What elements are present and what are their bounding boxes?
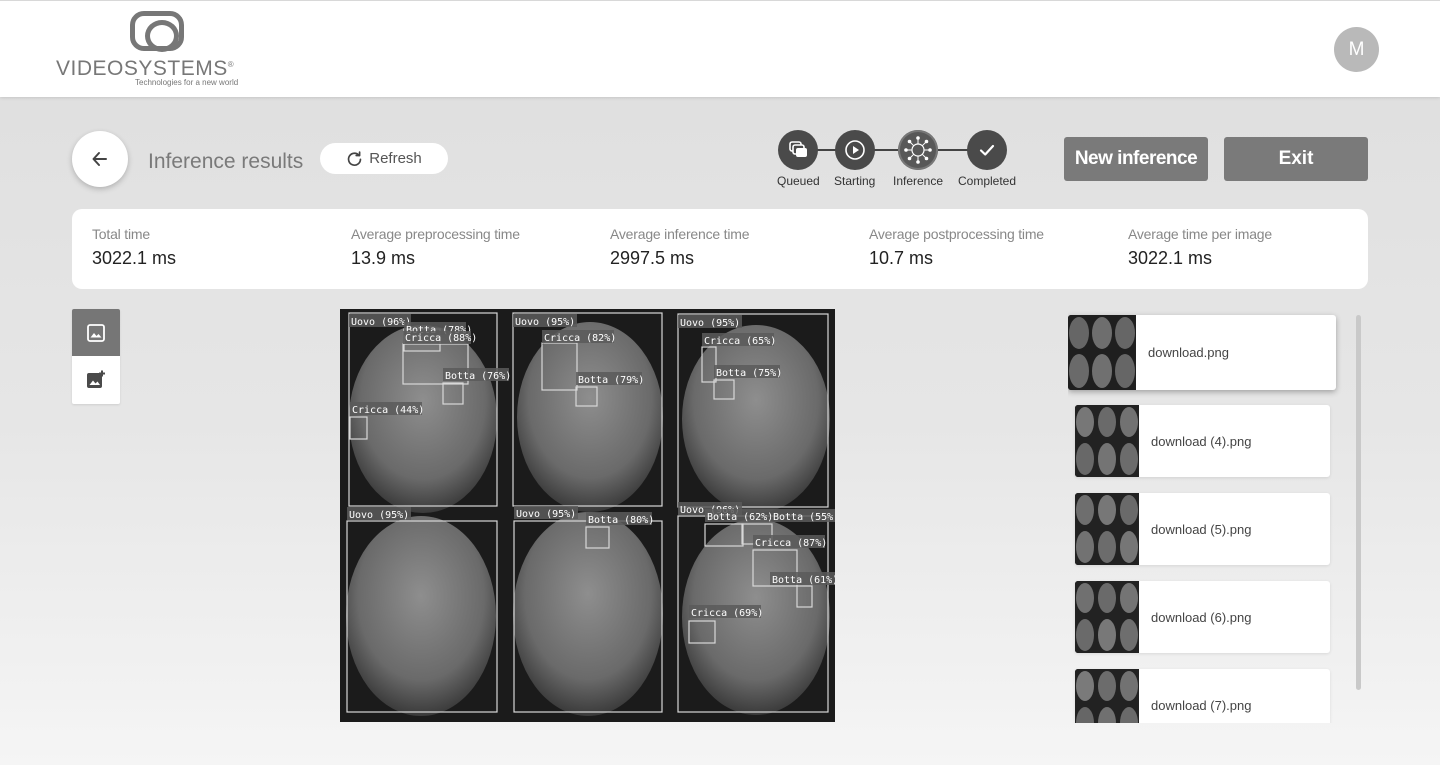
step-label-inference: Inference <box>893 174 944 188</box>
detection-label: Botta (61%) <box>772 575 835 586</box>
stat-avg-preprocessing: Average preprocessing time 13.9 ms <box>351 226 520 269</box>
egg <box>349 325 497 513</box>
file-name: download (6).png <box>1151 609 1252 625</box>
file-item-download-4[interactable]: download (4).png <box>1075 405 1330 477</box>
step-label-starting: Starting <box>834 174 876 188</box>
file-item-download-6[interactable]: download (6).png <box>1075 581 1330 653</box>
stat-total-time: Total time 3022.1 ms <box>92 226 176 269</box>
new-inference-button[interactable]: New inference <box>1064 137 1208 181</box>
file-name: download.png <box>1148 345 1229 360</box>
result-canvas: Uovo (96%) Botta (78%) Cricca (88%) Bott… <box>340 309 835 722</box>
detection-label: Cricca (82%) <box>544 333 616 344</box>
videosystems-logo[interactable]: VIDEOSYSTEMS® Technologies for a new wor… <box>56 11 266 91</box>
detection-label: Uovo (95%) <box>680 318 740 329</box>
logo-tagline: Technologies for a new world <box>135 78 239 87</box>
network-icon <box>904 136 932 164</box>
detection-label: Uovo (95%) <box>349 510 409 521</box>
egg <box>682 325 830 513</box>
file-name: download (4).png <box>1151 433 1252 449</box>
step-starting <box>835 130 875 170</box>
progress-steps: Queued Starting Inference Completed <box>776 130 1021 190</box>
add-image-icon <box>87 370 105 388</box>
step-connector <box>796 149 996 151</box>
detection-label: Cricca (87%) <box>755 538 827 549</box>
play-icon <box>845 140 865 160</box>
refresh-button[interactable]: Refresh <box>320 143 448 174</box>
file-thumbnail <box>1075 669 1139 723</box>
detection-label: Cricca (88%) <box>405 333 477 344</box>
step-queued <box>778 130 818 170</box>
stat-value: 3022.1 ms <box>1128 248 1213 268</box>
logo-mark <box>130 11 184 52</box>
stat-label: Total time <box>92 226 150 242</box>
arrow-left-icon <box>92 152 107 166</box>
egg <box>517 322 663 512</box>
inference-result-image[interactable]: Uovo (96%) Botta (78%) Cricca (88%) Bott… <box>340 309 835 722</box>
file-thumbnail <box>1068 315 1136 390</box>
stat-value: 10.7 ms <box>869 248 934 268</box>
check-icon <box>979 144 995 156</box>
app-header: VIDEOSYSTEMS® Technologies for a new wor… <box>0 0 1440 97</box>
file-item-download[interactable]: download.png <box>1068 315 1336 390</box>
step-inference <box>898 130 938 170</box>
add-image-tool[interactable] <box>72 356 120 403</box>
file-thumbnail <box>1075 493 1139 565</box>
file-item-download-5[interactable]: download (5).png <box>1075 493 1330 565</box>
queue-icon <box>789 141 807 157</box>
user-avatar[interactable]: M <box>1334 27 1379 72</box>
stat-avg-inference: Average inference time 2997.5 ms <box>610 226 750 269</box>
stat-avg-postprocessing: Average postprocessing time 10.7 ms <box>869 226 1044 269</box>
step-completed <box>967 130 1007 170</box>
detection-label: Botta (62%) <box>707 512 773 523</box>
file-list[interactable]: download.png download (4).png download (… <box>1068 309 1348 723</box>
stats-panel: Total time 3022.1 ms Average preprocessi… <box>72 209 1368 289</box>
detection-label: Botta (55%) <box>773 512 835 523</box>
stat-value: 13.9 ms <box>351 248 416 268</box>
detection-label: Botta (75%) <box>716 368 782 379</box>
page-title: Inference results <box>148 150 304 173</box>
image-view-tool[interactable] <box>72 309 120 356</box>
stat-value: 2997.5 ms <box>610 248 695 268</box>
file-thumbnail <box>1075 405 1139 477</box>
stat-label: Average postprocessing time <box>869 226 1044 242</box>
stat-label: Average inference time <box>610 226 750 242</box>
file-item-download-7[interactable]: download (7).png <box>1075 669 1330 723</box>
stat-avg-per-image: Average time per image 3022.1 ms <box>1128 226 1272 269</box>
file-thumbnail <box>1075 581 1139 653</box>
detection-label: Cricca (69%) <box>691 608 763 619</box>
detection-label: Uovo (95%) <box>516 509 576 520</box>
detection-label: Botta (79%) <box>578 375 644 386</box>
exit-button[interactable]: Exit <box>1224 137 1368 181</box>
step-label-queued: Queued <box>777 174 820 188</box>
back-button[interactable] <box>72 131 128 187</box>
stat-label: Average time per image <box>1128 226 1272 242</box>
detection-label: Cricca (65%) <box>704 336 776 347</box>
refresh-icon <box>348 151 362 166</box>
file-name: download (7).png <box>1151 697 1252 713</box>
detection-label: Uovo (95%) <box>515 317 575 328</box>
detection-label: Botta (76%) <box>445 371 511 382</box>
detection-label: Botta (80%) <box>588 515 654 526</box>
egg <box>346 516 496 716</box>
detection-label: Cricca (44%) <box>352 405 424 416</box>
refresh-label: Refresh <box>369 150 422 167</box>
view-tools <box>72 309 120 404</box>
image-icon <box>87 323 105 342</box>
stat-label: Average preprocessing time <box>351 226 520 242</box>
detection-label: Uovo (96%) <box>351 317 411 328</box>
file-name: download (5).png <box>1151 521 1252 537</box>
egg <box>513 512 663 716</box>
file-list-scrollbar[interactable] <box>1356 315 1361 690</box>
step-label-completed: Completed <box>958 174 1017 188</box>
stat-value: 3022.1 ms <box>92 248 177 268</box>
